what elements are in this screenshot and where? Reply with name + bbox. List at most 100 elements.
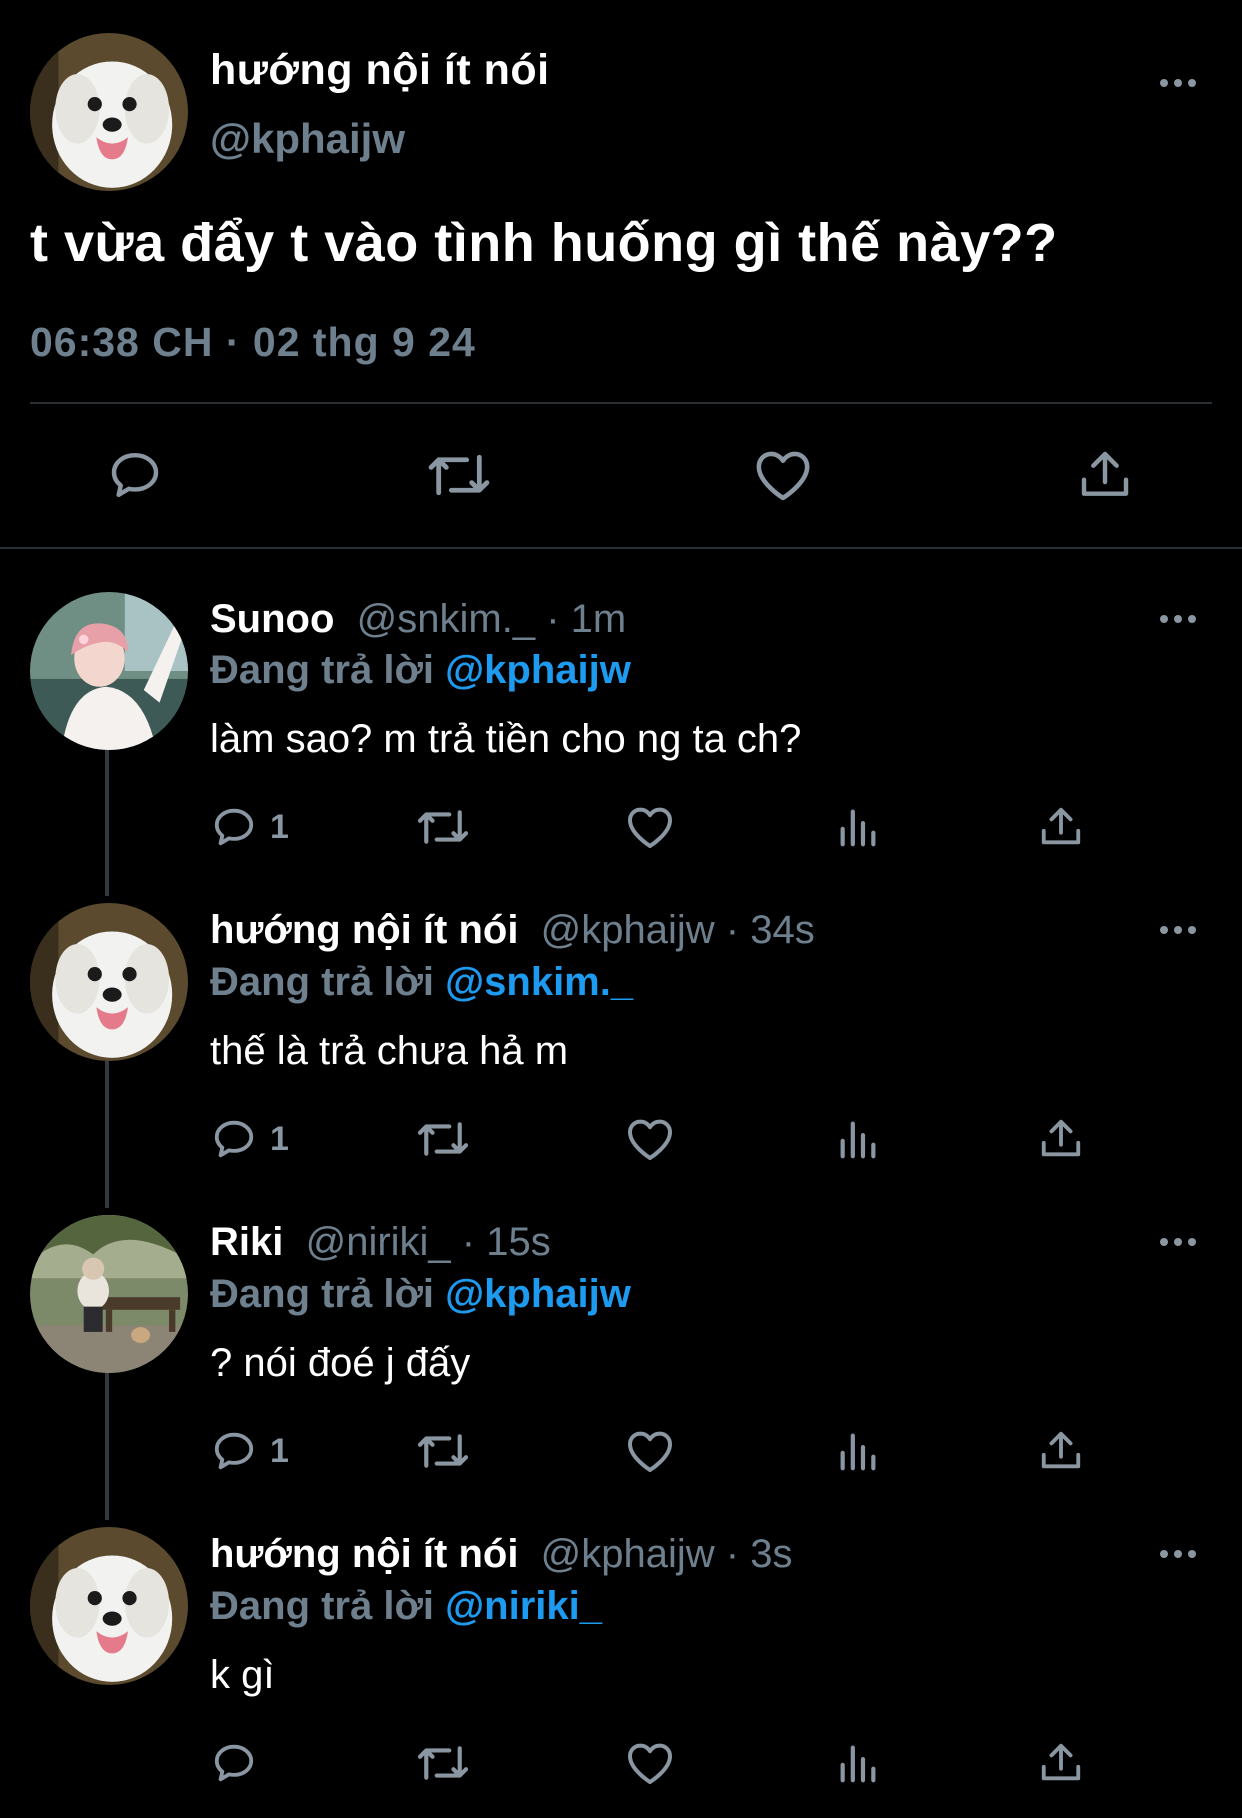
dog-avatar-image xyxy=(30,1527,188,1685)
views-icon xyxy=(840,1433,876,1471)
reply-actions: 1 xyxy=(210,797,1110,857)
reply-text: thế là trả chưa hả m xyxy=(210,1029,569,1073)
views-icon xyxy=(840,1745,876,1783)
views-button[interactable] xyxy=(835,1109,881,1169)
thread-line xyxy=(105,1060,109,1208)
views-icon xyxy=(840,1121,876,1159)
reply-icon xyxy=(214,808,254,846)
reply-display-name[interactable]: Riki xyxy=(210,1220,283,1264)
more-options-icon[interactable] xyxy=(1148,604,1208,634)
avatar[interactable] xyxy=(30,903,188,1061)
sunoo-avatar-image xyxy=(30,592,188,750)
divider xyxy=(30,402,1212,404)
retweet-button[interactable] xyxy=(415,1733,471,1793)
replying-to: Đang trả lời @snkim._ xyxy=(210,960,633,1005)
share-icon xyxy=(1041,1743,1081,1781)
reply-count: 1 xyxy=(270,1431,289,1470)
dog-avatar-image xyxy=(30,903,188,1061)
reply-handle-time[interactable]: @niriki_ · 15s xyxy=(306,1220,551,1264)
reply-text: làm sao? m trả tiền cho ng ta ch? xyxy=(210,717,802,761)
reply-button[interactable]: 1 xyxy=(210,1109,289,1169)
reply-actions xyxy=(210,1733,1110,1793)
replying-to-mention[interactable]: @niriki_ xyxy=(445,1584,602,1628)
avatar[interactable] xyxy=(30,33,188,191)
retweet-button[interactable] xyxy=(415,1421,471,1481)
like-button[interactable] xyxy=(626,797,674,857)
more-options-icon[interactable] xyxy=(1148,68,1208,98)
thread-line xyxy=(105,748,109,896)
more-options-icon[interactable] xyxy=(1148,915,1208,945)
more-options-icon[interactable] xyxy=(1148,1539,1208,1569)
replying-to-prefix: Đang trả lời xyxy=(210,1272,446,1316)
reply-header: hướng nội ít nói @kphaijw · 34s xyxy=(210,908,815,953)
section-divider xyxy=(0,547,1242,549)
like-icon xyxy=(628,1431,672,1472)
reply-actions: 1 xyxy=(210,1109,1110,1169)
reply-text: ? nói đoé j đấy xyxy=(210,1341,471,1385)
like-button[interactable] xyxy=(626,1109,674,1169)
replying-to-mention[interactable]: @kphaijw xyxy=(445,1272,631,1316)
reply-actions: 1 xyxy=(210,1421,1110,1481)
like-button[interactable] xyxy=(626,1733,674,1793)
views-button[interactable] xyxy=(835,1733,881,1793)
replying-to: Đang trả lời @kphaijw xyxy=(210,648,631,693)
thread-line xyxy=(105,1372,109,1520)
share-button[interactable] xyxy=(1038,1733,1084,1793)
reply-button[interactable] xyxy=(210,1733,270,1793)
share-icon xyxy=(1041,1431,1081,1469)
views-icon xyxy=(840,809,876,847)
reply-button[interactable]: 1 xyxy=(210,797,289,857)
like-icon xyxy=(628,1743,672,1784)
reply-icon xyxy=(214,1744,254,1782)
replying-to: Đang trả lời @kphaijw xyxy=(210,1272,631,1317)
more-options-icon[interactable] xyxy=(1148,1227,1208,1257)
retweet-icon xyxy=(417,1746,469,1780)
replying-to-prefix: Đang trả lời xyxy=(210,648,446,692)
share-icon xyxy=(1041,1119,1081,1157)
reply-button[interactable]: 1 xyxy=(210,1421,289,1481)
retweet-icon xyxy=(417,1122,469,1156)
replying-to-mention[interactable]: @snkim._ xyxy=(445,960,633,1004)
reply-display-name[interactable]: hướng nội ít nói xyxy=(210,1532,518,1576)
replying-to-mention[interactable]: @kphaijw xyxy=(445,648,631,692)
author-display-name[interactable]: hướng nội ít nói xyxy=(210,46,550,95)
reply-header: Riki @niriki_ · 15s xyxy=(210,1220,551,1265)
views-button[interactable] xyxy=(835,797,881,857)
reply-display-name[interactable]: hướng nội ít nói xyxy=(210,908,518,952)
reply-handle-time[interactable]: @kphaijw · 3s xyxy=(541,1532,793,1576)
share-icon xyxy=(1081,451,1129,496)
reply-handle-time[interactable]: @snkim._ · 1m xyxy=(357,597,627,641)
retweet-icon xyxy=(417,1434,469,1468)
riki-avatar-image xyxy=(30,1215,188,1373)
like-icon xyxy=(756,451,810,501)
share-icon xyxy=(1041,807,1081,845)
like-button[interactable] xyxy=(748,445,818,505)
like-button[interactable] xyxy=(626,1421,674,1481)
tweet-timestamp[interactable]: 06:38 CH · 02 thg 9 24 xyxy=(30,319,476,366)
reply-button[interactable] xyxy=(100,445,170,505)
like-icon xyxy=(628,1119,672,1160)
like-icon xyxy=(628,807,672,848)
avatar[interactable] xyxy=(30,1527,188,1685)
reply-count: 1 xyxy=(270,1119,289,1158)
reply-icon xyxy=(214,1120,254,1158)
reply-display-name[interactable]: Sunoo xyxy=(210,597,334,641)
avatar[interactable] xyxy=(30,1215,188,1373)
avatar[interactable] xyxy=(30,592,188,750)
retweet-button[interactable] xyxy=(415,797,471,857)
share-button[interactable] xyxy=(1070,445,1140,505)
views-button[interactable] xyxy=(835,1421,881,1481)
share-button[interactable] xyxy=(1038,797,1084,857)
replying-to: Đang trả lời @niriki_ xyxy=(210,1584,602,1629)
share-button[interactable] xyxy=(1038,1109,1084,1169)
replying-to-prefix: Đang trả lời xyxy=(210,1584,446,1628)
retweet-button[interactable] xyxy=(422,445,496,505)
reply-icon xyxy=(111,452,159,498)
retweet-icon xyxy=(417,810,469,844)
retweet-icon xyxy=(428,454,490,496)
replying-to-prefix: Đang trả lời xyxy=(210,960,446,1004)
author-handle[interactable]: @kphaijw xyxy=(210,115,405,163)
reply-handle-time[interactable]: @kphaijw · 34s xyxy=(541,908,815,952)
retweet-button[interactable] xyxy=(415,1109,471,1169)
share-button[interactable] xyxy=(1038,1421,1084,1481)
